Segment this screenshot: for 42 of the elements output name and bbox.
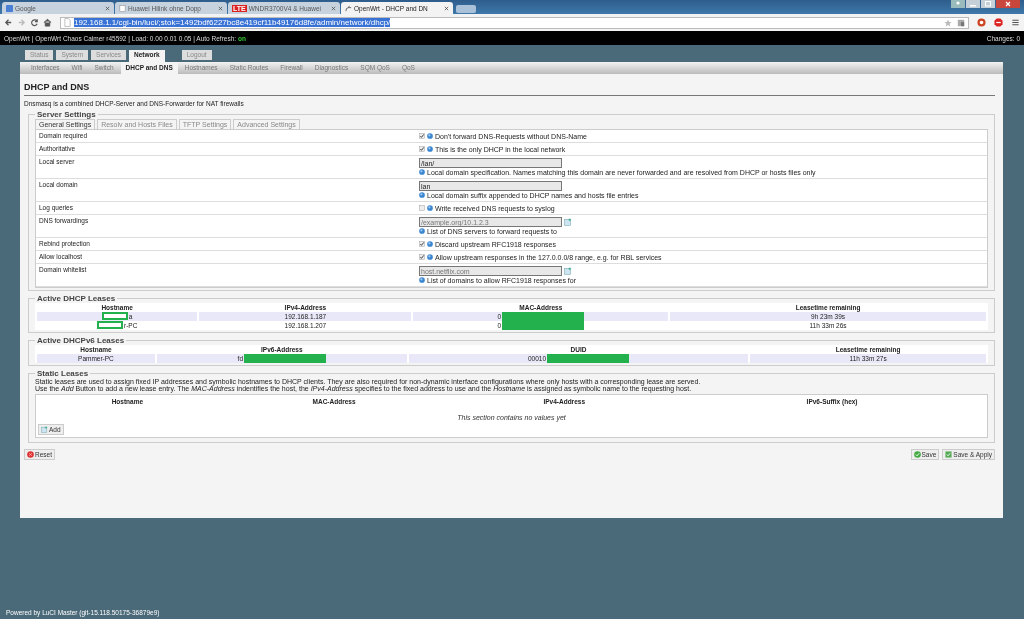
info-icon: [419, 169, 425, 175]
info-icon: [419, 192, 425, 198]
reload-icon[interactable]: [30, 18, 39, 27]
info-icon: [427, 133, 433, 139]
checkbox[interactable]: [419, 205, 425, 211]
close-icon[interactable]: [218, 5, 223, 11]
back-icon[interactable]: [4, 18, 13, 27]
checkbox[interactable]: [419, 146, 425, 152]
add-entry-icon[interactable]: [564, 218, 572, 226]
apply-icon: [945, 451, 953, 458]
checkbox[interactable]: [419, 133, 425, 139]
add-icon: [41, 426, 48, 433]
section-legend: Active DHCPv6 Leases: [35, 336, 127, 345]
page-icon: [119, 4, 126, 12]
extension-icon[interactable]: [977, 18, 986, 27]
close-icon[interactable]: [444, 5, 449, 11]
section-legend: Static Leases: [35, 369, 91, 378]
check-icon: [913, 451, 921, 458]
reset-icon: [27, 451, 34, 458]
star-icon[interactable]: [944, 18, 952, 27]
close-icon[interactable]: [331, 5, 336, 11]
checkbox[interactable]: [419, 241, 425, 247]
search-engine-icon: [6, 4, 13, 12]
close-icon[interactable]: [996, 0, 1020, 8]
page-title: DHCP and DNS: [24, 82, 995, 96]
adblock-icon[interactable]: [994, 18, 1003, 27]
home-icon[interactable]: [43, 18, 52, 27]
checkbox[interactable]: [419, 254, 425, 260]
info-icon: [419, 277, 425, 283]
page-icon: [64, 18, 71, 27]
info-icon: [419, 228, 425, 234]
info-icon: [427, 146, 433, 152]
info-icon: [427, 241, 433, 247]
address-bar[interactable]: 192.168.1.1/cgi-bin/luci/;stok=1492bdf6227bc8e419cf11b49176d8fe/admin/network/dhcp/: [60, 16, 969, 29]
menu-icon[interactable]: [1011, 18, 1020, 27]
info-icon: [427, 254, 433, 260]
section-legend: Active DHCP Leases: [35, 294, 118, 303]
forward-icon[interactable]: [17, 18, 26, 27]
close-icon[interactable]: [105, 5, 110, 11]
info-icon: [427, 205, 433, 211]
add-entry-icon[interactable]: [564, 267, 572, 275]
section-legend: Server Settings: [35, 110, 98, 119]
